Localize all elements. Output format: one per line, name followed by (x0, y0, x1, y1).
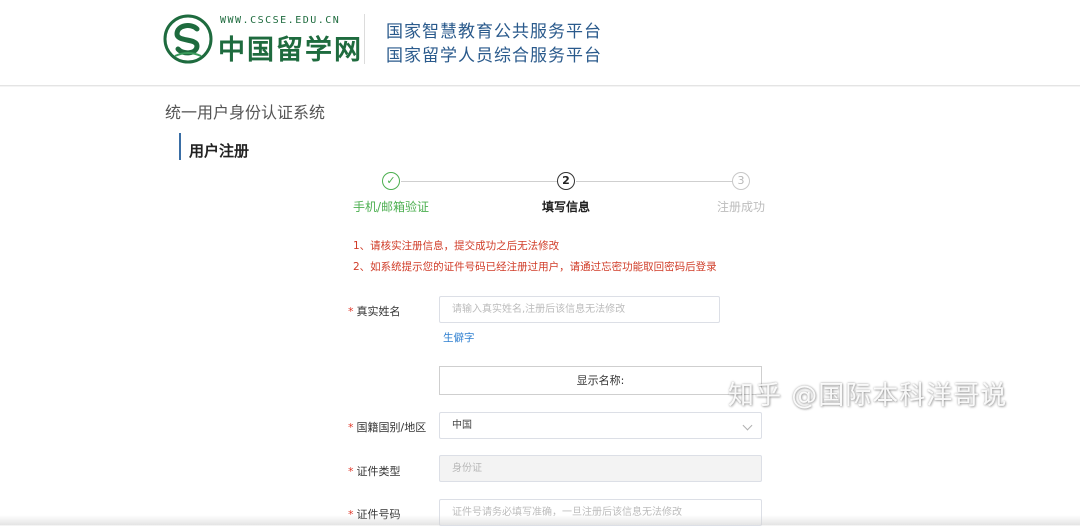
nationality-value: 中国 (452, 420, 472, 431)
real-name-label-text: 真实姓名 (356, 305, 401, 318)
main-content: 统一用户身份认证系统 用户注册 ✓ 2 3 手机/邮箱验证 填写信息 注册成功 … (0, 87, 1080, 526)
cscse-logo-icon[interactable] (163, 14, 213, 64)
zhihu-watermark: 知乎 @国际本科洋哥说 (728, 381, 1008, 411)
id-type-label-text: 证件类型 (356, 465, 401, 478)
notice-1: 1、请核实注册信息，提交成功之后无法修改 (353, 240, 560, 252)
registration-steps: ✓ 2 3 手机/邮箱验证 填写信息 注册成功 (340, 172, 780, 222)
nationality-label: * 国籍国别/地区 (348, 419, 426, 435)
notice-2: 2、如系统提示您的证件号码已经注册过用户，请通过忘密功能取回密码后登录 (353, 261, 717, 273)
step-connector (401, 181, 558, 182)
platform-name-line2: 国家留学人员综合服务平台 (386, 46, 602, 66)
step-3-number: 3 (732, 172, 750, 190)
bottom-shadow (0, 515, 1080, 525)
nationality-select[interactable]: 中国 (439, 412, 762, 439)
platform-name-line1: 国家智慧教育公共服务平台 (386, 22, 602, 42)
section-title: 用户注册 (189, 142, 250, 160)
step-2-number: 2 (557, 172, 575, 190)
id-type-value: 身份证 (452, 463, 482, 474)
chevron-down-icon (742, 420, 753, 431)
logo-url-text: WWW.CSCSE.EDU.CN (220, 15, 341, 26)
step-1-label: 手机/邮箱验证 (353, 200, 430, 214)
system-title: 统一用户身份认证系统 (165, 103, 326, 122)
step-3-label: 注册成功 (717, 200, 766, 214)
id-type-label: * 证件类型 (348, 463, 401, 479)
rare-char-link[interactable]: 生僻字 (443, 330, 475, 345)
step-connector (576, 181, 733, 182)
real-name-input[interactable]: 请输入真实姓名,注册后该信息无法修改 (439, 296, 720, 323)
required-mark: * (348, 465, 354, 478)
site-header: WWW.CSCSE.EDU.CN 中国留学网 国家智慧教育公共服务平台 国家留学… (0, 0, 1080, 86)
step-2-label: 填写信息 (542, 200, 591, 214)
id-type-select[interactable]: 身份证 (439, 455, 762, 482)
required-mark: * (348, 305, 354, 318)
section-accent-bar (179, 133, 181, 160)
logo-name-text: 中国留学网 (218, 35, 363, 66)
real-name-placeholder: 请输入真实姓名,注册后该信息无法修改 (452, 304, 626, 315)
display-name-box: 显示名称: (439, 366, 762, 395)
step-1-check-icon: ✓ (382, 172, 400, 190)
header-divider (364, 14, 365, 64)
nationality-label-text: 国籍国别/地区 (356, 421, 427, 434)
real-name-label: * 真实姓名 (348, 303, 401, 319)
required-mark: * (348, 421, 354, 434)
